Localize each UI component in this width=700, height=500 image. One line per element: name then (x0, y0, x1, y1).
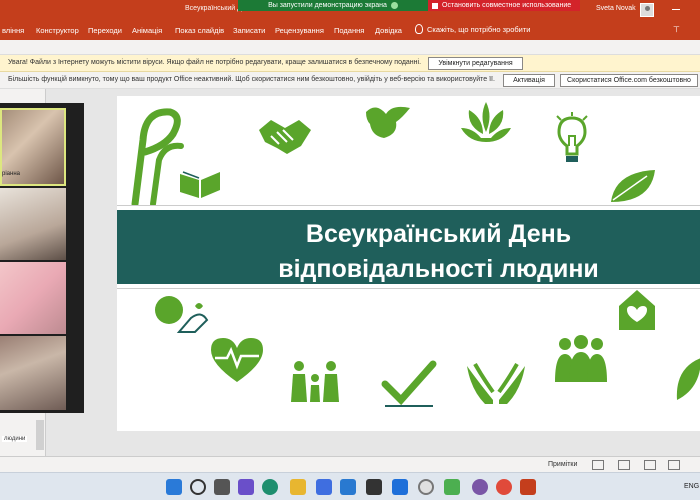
screen-share-banner: Вы запустили демонстрацию экрана (238, 0, 428, 11)
scrollbar[interactable] (36, 420, 44, 450)
checkmark-icon (381, 360, 437, 407)
slide-title-line-2: відповідальності людини (278, 255, 599, 283)
mail-icon[interactable] (340, 479, 356, 495)
tab-record[interactable]: Записати (233, 26, 265, 35)
protected-view-text: Увага! Файли з Інтернету можуть містити … (8, 59, 422, 66)
viber-icon[interactable] (472, 479, 488, 495)
leaf-icon-2 (676, 358, 700, 400)
minimize-icon[interactable] (670, 3, 682, 15)
video-tile-participant-3[interactable] (0, 262, 66, 334)
video-tile-participant-2[interactable] (0, 188, 66, 260)
account-icon[interactable]: ⊤ (673, 25, 680, 34)
app-icon[interactable] (418, 479, 434, 495)
teams-icon[interactable] (238, 479, 254, 495)
amazon-icon[interactable] (366, 479, 382, 495)
screen-share-text: Вы запустили демонстрацию экрана (268, 2, 387, 9)
video-tile-participant-4[interactable] (0, 336, 66, 410)
tell-me-search[interactable]: Скажіть, що потрібно зробити (415, 24, 531, 34)
stop-sharing-button[interactable]: Остановить совместное использование (428, 0, 580, 11)
family-icon (291, 361, 339, 402)
tab-transitions[interactable]: Переходи (88, 26, 122, 35)
inactive-office-bar: Більшість функцій вимкнуто, тому що ваш … (0, 72, 700, 89)
powerpoint-icon[interactable] (520, 479, 536, 495)
notes-button[interactable]: Примітки (548, 461, 577, 468)
title-bar: Всеукраїнський Д... Вы запустили демонст… (0, 0, 700, 20)
taskbar: ENG (0, 472, 700, 500)
book-icon (180, 171, 220, 198)
dropbox-icon[interactable] (392, 479, 408, 495)
tab-help[interactable]: Довідка (375, 26, 402, 35)
participant-name: ріанна (2, 171, 20, 177)
slide-sorter-icon[interactable] (618, 460, 630, 470)
thumbnail-label: людини (2, 436, 28, 442)
stop-sharing-label: Остановить совместное использование (442, 2, 572, 9)
protected-view-bar: Увага! Файли з Інтернету можуть містити … (0, 55, 700, 72)
windows-start-icon[interactable] (166, 479, 182, 495)
dove-icon (366, 106, 410, 138)
slide-title-line-1: Всеукраїнський День (305, 220, 572, 248)
lotus-icon (461, 102, 511, 142)
heart-pulse-icon (211, 338, 263, 382)
tab-view[interactable]: Подання (334, 26, 364, 35)
activate-button[interactable]: Активація (503, 74, 555, 87)
open-hands-icon (467, 363, 525, 404)
avatar[interactable] (640, 3, 654, 17)
tab-animations[interactable]: Анімація (132, 26, 162, 35)
language-indicator[interactable]: ENG (684, 483, 699, 490)
user-name[interactable]: Sveta Novak (596, 5, 636, 12)
ribbon-tabs: вління Конструктор Переходи Анімація Пок… (0, 20, 700, 40)
store-icon[interactable] (316, 479, 332, 495)
ribbon-body (0, 40, 700, 55)
inactive-notice-text: Більшість функцій вимкнуто, тому що ваш … (8, 76, 495, 83)
use-free-button[interactable]: Скористатися Office.com безкоштовно (560, 74, 698, 87)
lightbulb-icon (415, 24, 423, 34)
tab-design[interactable]: Конструктор (36, 26, 79, 35)
slide-canvas[interactable]: Всеукраїнський День відповідальності люд… (117, 96, 700, 431)
lightbulb-icon (556, 112, 588, 162)
logo-icon (131, 108, 184, 208)
status-bar: Примітки (0, 456, 700, 472)
stop-icon (432, 2, 438, 9)
enable-editing-button[interactable]: Увімкнути редагування (428, 57, 523, 70)
edge-icon[interactable] (262, 479, 278, 495)
shield-icon (390, 2, 398, 9)
task-view-icon[interactable] (214, 479, 230, 495)
file-explorer-icon[interactable] (290, 479, 306, 495)
tab-slideshow[interactable]: Показ слайдів (175, 26, 224, 35)
people-group-icon (555, 335, 607, 382)
slide-title-banner: Всеукраїнський День відповідальності люд… (117, 206, 700, 288)
leaf-icon (611, 170, 655, 202)
normal-view-icon[interactable] (592, 460, 604, 470)
reading-view-icon[interactable] (644, 460, 656, 470)
chrome-icon[interactable] (496, 479, 512, 495)
sheets-icon[interactable] (444, 479, 460, 495)
tab-review[interactable]: Рецензування (275, 26, 324, 35)
handshake-icon (259, 120, 311, 154)
tell-me-label: Скажіть, що потрібно зробити (427, 24, 531, 34)
care-hand-icon (155, 296, 209, 333)
tab-insert[interactable]: вління (2, 26, 24, 35)
search-icon[interactable] (190, 479, 206, 495)
house-heart-icon (619, 290, 655, 330)
slideshow-icon[interactable] (668, 460, 680, 470)
